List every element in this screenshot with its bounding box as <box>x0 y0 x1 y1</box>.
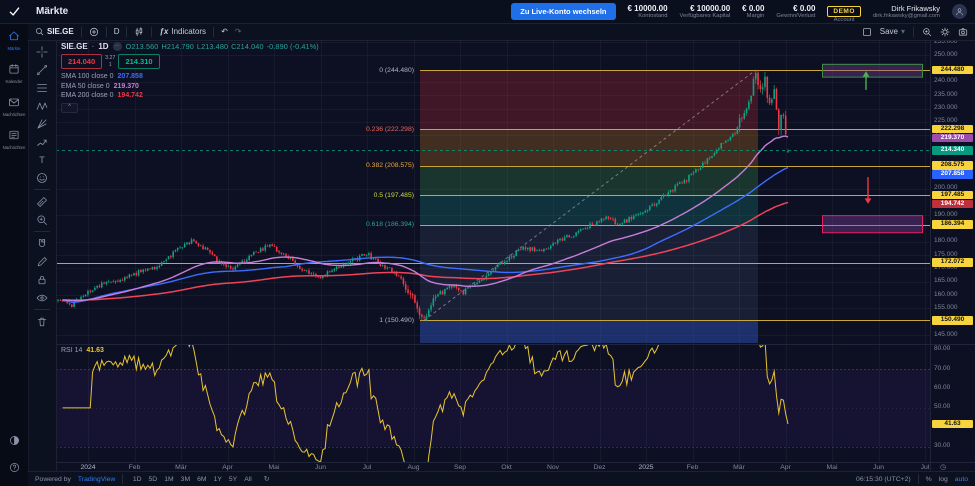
measure-tool-icon[interactable] <box>33 194 51 209</box>
indicator-value: 194.742 <box>118 92 143 99</box>
drawing-toolbar: T <box>28 40 57 472</box>
trend-line-tool-icon[interactable] <box>33 62 51 77</box>
indicators-button[interactable]: ƒx Indicators <box>159 27 206 36</box>
delete-drawings-trash-icon[interactable] <box>33 314 51 329</box>
indicator-row-2[interactable]: EMA 200 close 0 194.742 <box>61 91 322 101</box>
quick-search-icon[interactable] <box>922 27 932 37</box>
indicator-label: SMA 100 close 0 <box>61 73 114 80</box>
indicator-row-1[interactable]: EMA 50 close 0 219.370 <box>61 82 322 92</box>
bar-style-icon[interactable] <box>134 27 144 37</box>
tradingview-link[interactable]: TradingView <box>78 476 115 483</box>
magnet-tool-icon[interactable] <box>33 236 51 251</box>
bottom-toolbar: Powered by TradingView 1D5D1M3M6M1Y5YAll… <box>28 471 975 486</box>
compare-icon[interactable] <box>89 27 99 37</box>
indicator-value: 219.370 <box>114 83 139 90</box>
scale-percent-button[interactable]: % <box>926 476 932 483</box>
spread-value: 3.271 <box>102 54 118 69</box>
draw-mode-icon[interactable] <box>33 254 51 269</box>
order-panel: 214.040 3.271 214.310 <box>61 54 322 69</box>
sidebar-item-nachrichten-mail[interactable]: Nachrichten <box>0 96 28 118</box>
zoom-tool-icon[interactable] <box>33 212 51 227</box>
legend-ohlc: O213.560H214.790L213.480C214.040-0.890 (… <box>126 42 322 51</box>
chart-area: T SIE.GE · 1D <box>28 40 975 472</box>
save-button[interactable]: Save▾ <box>880 27 905 36</box>
legend-symbol[interactable]: SIE.GE <box>61 42 88 51</box>
sidebar-item-nachrichten-news[interactable]: Nachrichten <box>0 129 28 151</box>
stat-available-capital: € 10000.00Verfügbares Kapital <box>680 4 731 20</box>
session-clock[interactable]: 06:15:30 (UTC+2) <box>856 476 911 483</box>
stat-margin: € 0.00Margin <box>742 4 764 20</box>
redo-button[interactable]: ↷ <box>235 27 242 36</box>
crosshair-tool-icon[interactable] <box>33 44 51 59</box>
text-tool-icon[interactable]: T <box>33 152 51 167</box>
scale-log-button[interactable]: log <box>939 476 948 483</box>
indicator-value: 207.858 <box>118 73 143 80</box>
timeframe-3m[interactable]: 3M <box>178 476 192 483</box>
indicator-row-0[interactable]: SMA 100 close 0 207.858 <box>61 72 322 82</box>
chart-toolbar: SIE.GE D ƒx Indicators ↶ ↷ <box>28 23 975 41</box>
hide-drawings-eye-icon[interactable] <box>33 290 51 305</box>
account-type-badge: DEMO Account <box>827 0 861 23</box>
legend-interval: 1D <box>98 42 108 51</box>
user-avatar[interactable] <box>952 4 967 19</box>
trading-app: Märkte Zu Live-Konto wechseln € 10000.00… <box>0 0 975 486</box>
main-area: SIE.GE D ƒx Indicators ↶ ↷ <box>28 23 975 486</box>
help-icon[interactable] <box>9 460 20 478</box>
sell-button[interactable]: 214.040 <box>61 54 102 69</box>
timeframe-1y[interactable]: 1Y <box>211 476 224 483</box>
symbol-search[interactable]: SIE.GE <box>35 27 74 36</box>
refresh-icon[interactable]: ↻ <box>261 475 272 483</box>
buy-button[interactable]: 214.310 <box>118 54 159 69</box>
interval-button[interactable]: D <box>114 27 120 36</box>
timeframe-5d[interactable]: 5D <box>146 476 160 483</box>
switch-live-account-button[interactable]: Zu Live-Konto wechseln <box>511 3 615 20</box>
legend-menu-icon[interactable]: ⋯ <box>113 42 122 51</box>
timeframe-1d[interactable]: 1D <box>130 476 144 483</box>
powered-by-label: Powered by <box>35 476 71 483</box>
gann-tool-icon[interactable] <box>33 116 51 131</box>
user-info[interactable]: Dirk Frikawsky dirk.frikawsky@gmail.com <box>873 4 940 20</box>
sidebar-item-maerkte[interactable]: Märkte <box>0 30 28 52</box>
emoji-tool-icon[interactable] <box>33 170 51 185</box>
indicator-label: EMA 200 close 0 <box>61 92 114 99</box>
sidebar-item-kalender[interactable]: Kalender <box>0 63 28 85</box>
rsi-legend: RSI 14 41.63 <box>61 347 104 354</box>
undo-button[interactable]: ↶ <box>221 27 228 36</box>
theme-toggle-icon[interactable] <box>9 433 20 451</box>
stat-balance: € 10000.00Kontostand <box>628 4 668 20</box>
timeframe-6m[interactable]: 6M <box>195 476 209 483</box>
timeframe-5y[interactable]: 5Y <box>226 476 239 483</box>
app-logo-icon[interactable] <box>0 6 28 17</box>
layout-icon[interactable] <box>862 27 872 37</box>
svg-text:T: T <box>39 155 45 165</box>
xabcd-pattern-tool-icon[interactable] <box>33 98 51 113</box>
fib-retracement-tool-icon[interactable] <box>33 80 51 95</box>
timeframe-1m[interactable]: 1M <box>162 476 176 483</box>
page-title: Märkte <box>36 6 68 17</box>
left-sidebar: Märkte Kalender Nachrichten Nachrichten <box>0 23 29 486</box>
chart-wrap: SIE.GE · 1D ⋯ O213.560H214.790L213.480C2… <box>56 40 975 472</box>
forecast-tool-icon[interactable] <box>33 134 51 149</box>
lock-drawings-icon[interactable] <box>33 272 51 287</box>
stat-pnl: € 0.00Gewinn/Verlust <box>776 4 815 20</box>
settings-gear-icon[interactable] <box>940 27 950 37</box>
legend-collapse-button[interactable]: ^ <box>61 103 78 113</box>
indicator-label: EMA 50 close 0 <box>61 83 110 90</box>
scale-auto-button[interactable]: auto <box>955 476 968 483</box>
timeframe-all[interactable]: All <box>242 476 255 483</box>
topbar: Märkte Zu Live-Konto wechseln € 10000.00… <box>0 0 975 24</box>
snapshot-camera-icon[interactable] <box>958 27 968 37</box>
chart-legend: SIE.GE · 1D ⋯ O213.560H214.790L213.480C2… <box>61 42 322 113</box>
